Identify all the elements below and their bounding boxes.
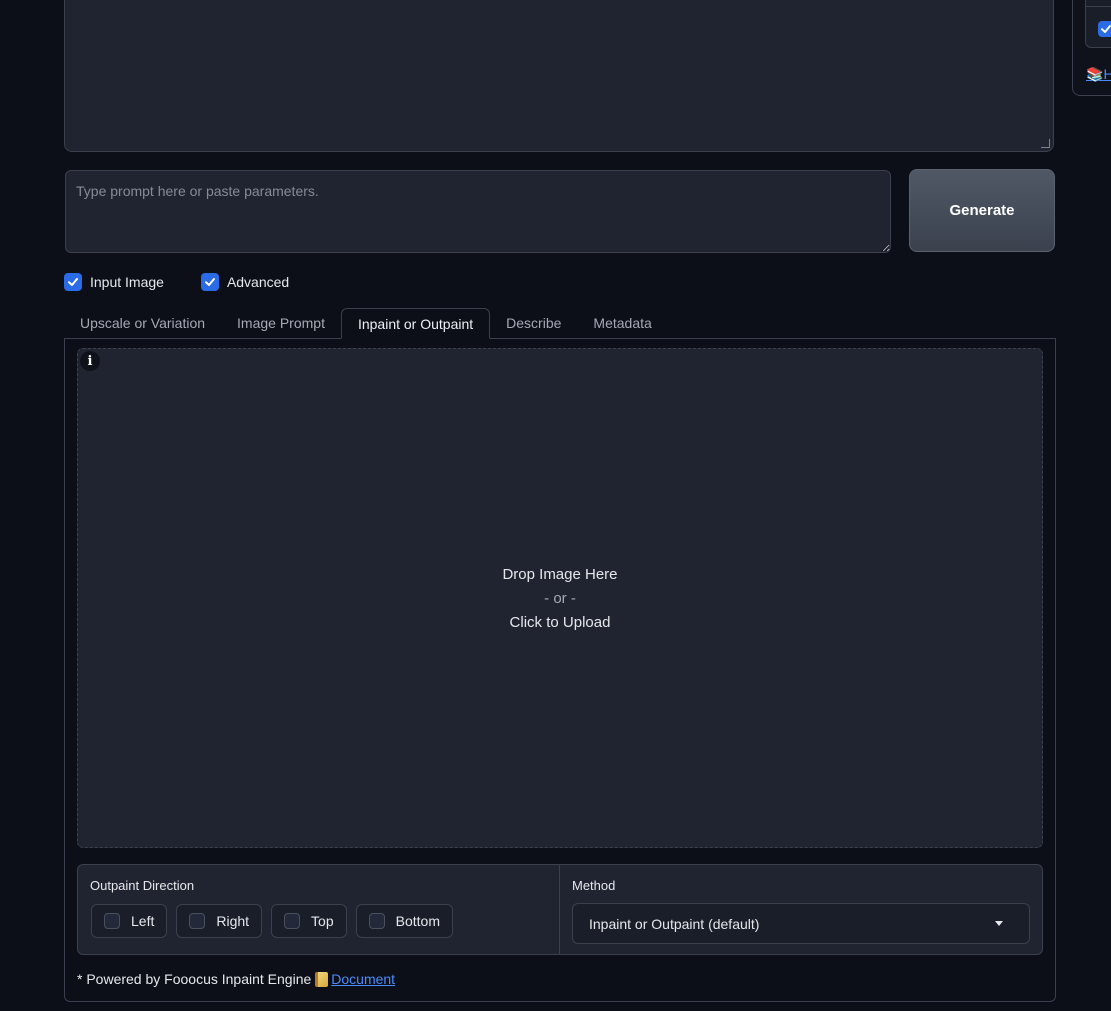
checkbox[interactable] [200, 273, 219, 291]
tab-bar: Upscale or Variation Image Prompt Inpain… [64, 308, 668, 339]
tab-metadata[interactable]: Metadata [577, 308, 667, 338]
click-upload-text[interactable]: Click to Upload [77, 611, 1043, 635]
upload-instructions: Drop Image Here - or - Click to Upload [77, 563, 1043, 635]
page: 📚H Generate Input Image Advanced Upscale… [0, 0, 1111, 1011]
direction-label: Left [131, 913, 155, 929]
or-text: - or - [544, 590, 576, 607]
checkmark-icon [68, 278, 78, 286]
advanced-label: Advanced [226, 274, 290, 290]
input-image-toggle[interactable]: Input Image [64, 273, 164, 291]
checkbox[interactable] [104, 913, 120, 929]
info-icon[interactable]: i [80, 351, 100, 371]
direction-bottom-option[interactable]: Bottom [355, 904, 453, 938]
input-image-label: Input Image [90, 274, 164, 290]
tab-image-prompt[interactable]: Image Prompt [221, 308, 341, 338]
prompt-input[interactable] [65, 170, 891, 253]
direction-right-option[interactable]: Right [176, 904, 263, 938]
side-link-text[interactable]: H [1103, 66, 1111, 82]
resize-handle[interactable] [1041, 139, 1050, 148]
tab-inpaint-or-outpaint[interactable]: Inpaint or Outpaint [340, 308, 491, 339]
checkbox[interactable] [189, 913, 206, 929]
drop-text: Drop Image Here [502, 566, 618, 583]
toggle-row: Input Image Advanced [64, 272, 326, 292]
checkbox[interactable] [368, 913, 385, 929]
side-link[interactable]: 📚H [1086, 66, 1111, 83]
direction-label: Top [311, 913, 334, 929]
divider [1086, 6, 1111, 7]
method-label: Method [572, 878, 616, 893]
direction-label: Right [216, 913, 250, 929]
outpaint-direction-group: Left Right Top Bottom [91, 904, 462, 938]
direction-top-option[interactable]: Top [271, 904, 347, 938]
tab-describe[interactable]: Describe [490, 308, 577, 338]
footer-note: * Powered by Fooocus Inpaint Engine Docu… [77, 971, 395, 987]
direction-left-option[interactable]: Left [91, 904, 168, 938]
document-link[interactable]: Document [331, 971, 395, 987]
checkmark-icon [204, 278, 215, 286]
outpaint-direction-label: Outpaint Direction [90, 878, 195, 893]
tab-upscale-or-variation[interactable]: Upscale or Variation [64, 308, 221, 338]
inpaint-options: Outpaint Direction Left Right Top Bottom… [77, 864, 1043, 955]
method-selected-value: Inpaint or Outpaint (default) [589, 915, 760, 932]
checkbox[interactable] [284, 913, 301, 929]
direction-label: Bottom [395, 913, 440, 929]
advanced-toggle[interactable]: Advanced [200, 273, 290, 291]
footer-text: * Powered by Fooocus Inpaint Engine [77, 971, 312, 987]
method-select[interactable]: Inpaint or Outpaint (default) [572, 903, 1030, 944]
chevron-down-icon [995, 921, 1003, 926]
checkbox[interactable] [64, 273, 82, 291]
side-checkbox[interactable] [1098, 21, 1111, 37]
checkmark-icon [1101, 25, 1111, 33]
divider [559, 865, 560, 954]
generate-button[interactable]: Generate [909, 169, 1055, 252]
document-icon [315, 971, 329, 987]
books-icon: 📚 [1086, 66, 1104, 82]
gallery-panel[interactable] [64, 0, 1054, 152]
